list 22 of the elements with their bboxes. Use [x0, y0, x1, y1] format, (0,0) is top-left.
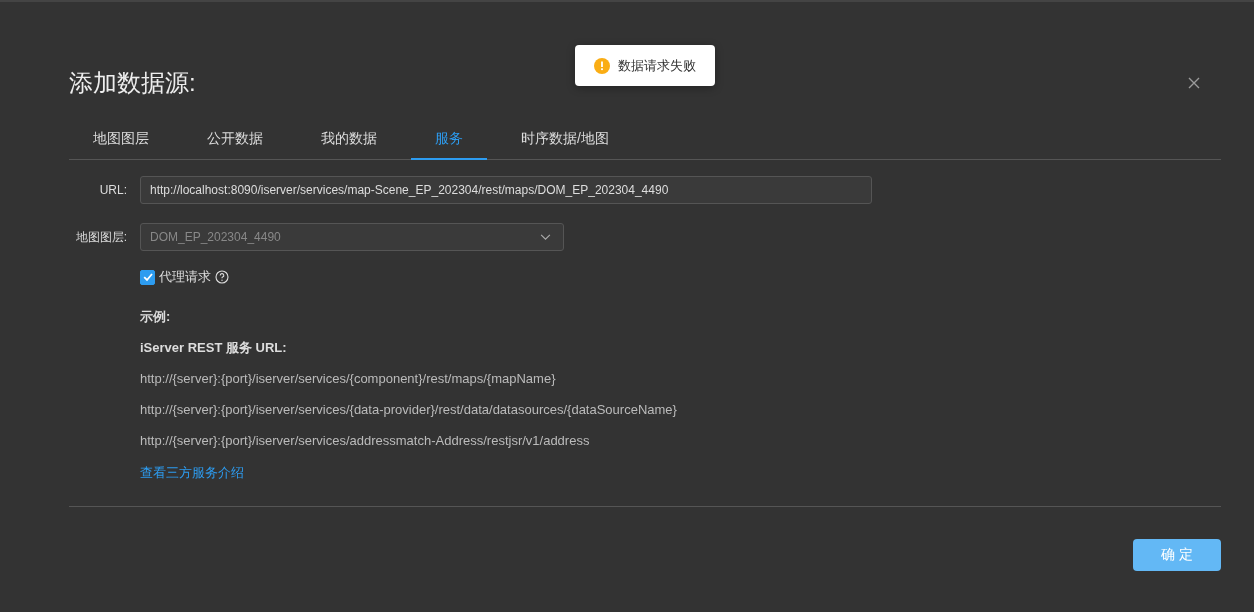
- chevron-down-icon: [540, 233, 551, 241]
- proxy-label: 代理请求: [159, 268, 211, 286]
- example-url: http://{server}:{port}/iserver/services/{data-provider}/rest/data/datasources/{dataSourceName}: [140, 401, 678, 419]
- tab[interactable]: 时序数据/地图: [497, 120, 633, 160]
- tab[interactable]: 公开数据: [183, 120, 287, 160]
- help-icon[interactable]: [215, 270, 229, 284]
- warning-icon: [594, 57, 610, 74]
- example-subheading: iServer REST 服务 URL:: [140, 339, 288, 357]
- example-url: http://{server}:{port}/iserver/services/addressmatch-Address/restjsr/v1/address: [140, 432, 591, 450]
- tab[interactable]: 服务: [411, 120, 487, 160]
- checkbox[interactable]: [140, 269, 155, 285]
- toast-message: 数据请求失败: [618, 56, 696, 75]
- url-field[interactable]: http://localhost:8090/iserver/services/map-Scene_EP_202304/rest/maps/DOM_EP_202304_4490: [140, 176, 872, 204]
- url-label: URL:: [98, 183, 127, 197]
- dialog-title: 添加数据源:: [69, 68, 196, 98]
- layer-label: 地图图层:: [74, 228, 127, 246]
- tab[interactable]: 我的数据: [297, 120, 401, 160]
- tab[interactable]: 地图图层: [69, 120, 173, 160]
- example-heading: 示例:: [140, 308, 172, 326]
- example-url: http://{server}:{port}/iserver/services/{component}/rest/maps/{mapName}: [140, 370, 557, 388]
- close-icon[interactable]: [1188, 77, 1200, 89]
- third-party-services-link[interactable]: 查看三方服务介绍: [140, 464, 244, 482]
